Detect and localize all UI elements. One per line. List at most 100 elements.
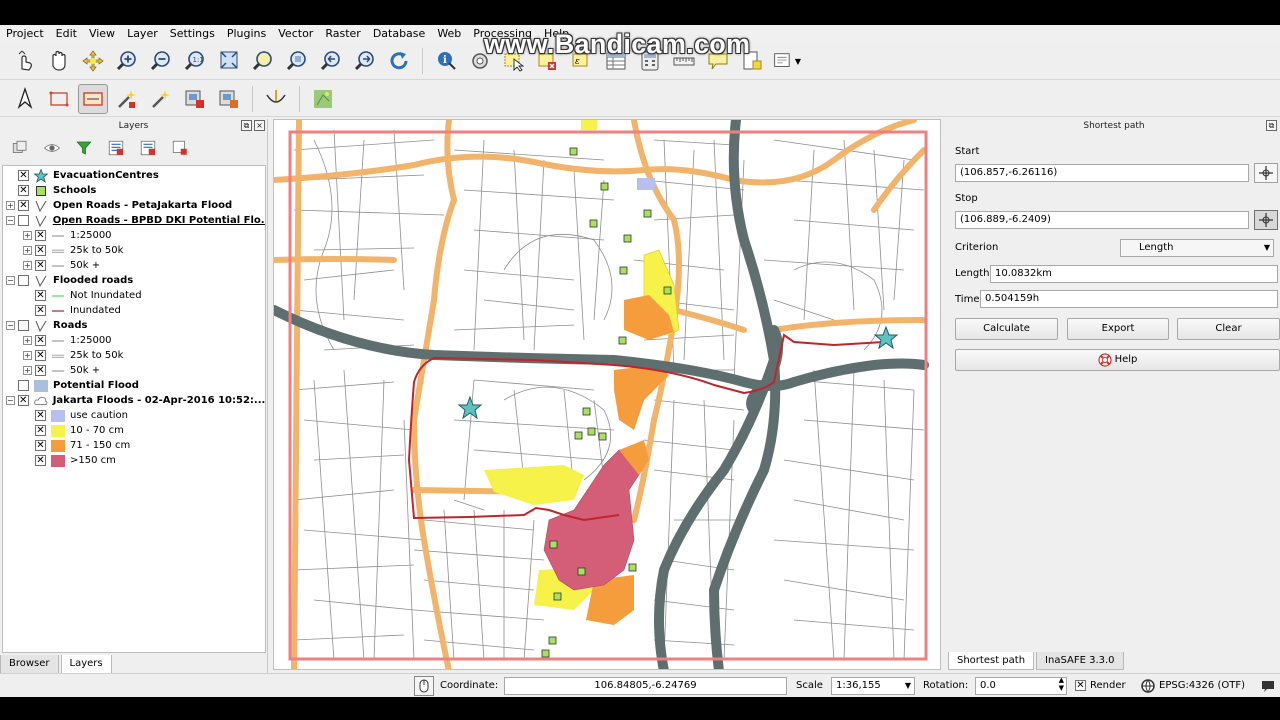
- deselect-features-icon[interactable]: [533, 46, 563, 76]
- layer-visibility-checkbox[interactable]: ✕: [35, 245, 46, 256]
- menu-database[interactable]: Database: [367, 25, 432, 43]
- time-field[interactable]: 0.504159h: [980, 290, 1278, 308]
- menu-web[interactable]: Web: [431, 25, 467, 43]
- messages-icon[interactable]: [1260, 678, 1276, 694]
- identify-features-icon[interactable]: i: [431, 46, 461, 76]
- menu-raster[interactable]: Raster: [319, 25, 366, 43]
- magic-wand-select-icon[interactable]: [146, 84, 176, 114]
- select-features-icon[interactable]: [499, 46, 529, 76]
- school-marker[interactable]: [541, 649, 550, 658]
- layer-row[interactable]: + ✕ 1:25000: [3, 333, 265, 348]
- shortest-path-tool-icon[interactable]: [78, 83, 108, 114]
- school-marker[interactable]: [582, 407, 591, 416]
- school-marker[interactable]: [628, 563, 637, 572]
- zoom-actual-size-icon[interactable]: 1:1: [180, 46, 210, 76]
- menu-view[interactable]: View: [83, 25, 121, 43]
- menu-edit[interactable]: Edit: [50, 25, 83, 43]
- calculate-button[interactable]: Calculate: [955, 318, 1058, 340]
- curve-tool-icon[interactable]: [261, 84, 291, 114]
- layer-row[interactable]: ✕ Not Inundated: [3, 288, 265, 303]
- open-layer-styling-icon[interactable]: [6, 135, 34, 161]
- layer-row[interactable]: ✕ 10 - 70 cm: [3, 423, 265, 438]
- criterion-select[interactable]: Length ▼: [1120, 239, 1274, 257]
- vertex-tool-icon[interactable]: [10, 84, 40, 114]
- school-marker[interactable]: [577, 567, 586, 576]
- school-marker[interactable]: [643, 209, 652, 218]
- zoom-next-icon[interactable]: [350, 46, 380, 76]
- map-svg[interactable]: [274, 120, 941, 670]
- measure-line-icon[interactable]: [669, 46, 699, 76]
- menu-project[interactable]: Project: [0, 25, 50, 43]
- menu-vector[interactable]: Vector: [272, 25, 319, 43]
- layer-visibility-checkbox[interactable]: ✕: [18, 170, 29, 181]
- layer-visibility-checkbox[interactable]: [18, 380, 29, 391]
- layer-row[interactable]: + ✕ Open Roads - PetaJakarta Flood: [3, 198, 265, 213]
- school-marker[interactable]: [623, 234, 632, 243]
- school-marker[interactable]: [598, 432, 607, 441]
- tab-inasafe[interactable]: InaSAFE 3.3.0: [1036, 652, 1124, 670]
- clear-button[interactable]: Clear: [1177, 318, 1280, 340]
- coordinate-field[interactable]: 106.84805,-6.24769: [504, 677, 787, 695]
- layer-visibility-checkbox[interactable]: ✕: [35, 350, 46, 361]
- layer-row[interactable]: + ✕ 1:25000: [3, 228, 265, 243]
- layer-row[interactable]: + ✕ 50k +: [3, 258, 265, 273]
- collapse-icon[interactable]: −: [6, 321, 15, 330]
- collapse-icon[interactable]: −: [6, 276, 15, 285]
- menu-processing[interactable]: Processing: [467, 25, 538, 43]
- filter-legend-icon[interactable]: [70, 135, 98, 161]
- layer-row[interactable]: ✕ 71 - 150 cm: [3, 438, 265, 453]
- expand-icon[interactable]: +: [23, 261, 32, 270]
- school-marker[interactable]: [587, 427, 596, 436]
- pick-stop-button[interactable]: [1254, 210, 1278, 230]
- export-button[interactable]: Export: [1067, 318, 1169, 340]
- layer-visibility-checkbox[interactable]: [17, 215, 29, 226]
- field-calculator-icon[interactable]: [635, 46, 665, 76]
- layer-row[interactable]: + ✕ 50k +: [3, 363, 265, 378]
- zoom-last-icon[interactable]: [316, 46, 346, 76]
- school-marker[interactable]: [589, 219, 598, 228]
- layer-export-icon[interactable]: [180, 84, 210, 114]
- remove-layer-icon[interactable]: [166, 135, 194, 161]
- pan-to-selection-icon[interactable]: [78, 46, 108, 76]
- layer-add-icon[interactable]: [214, 84, 244, 114]
- school-marker[interactable]: [600, 182, 609, 191]
- zoom-in-icon[interactable]: [112, 46, 142, 76]
- scale-select[interactable]: 1:36,155 ▼: [831, 677, 915, 695]
- layer-visibility-checkbox[interactable]: ✕: [35, 305, 46, 316]
- select-by-expression-icon[interactable]: ε: [567, 46, 597, 76]
- new-bookmark-icon[interactable]: [737, 46, 767, 76]
- layer-visibility-checkbox[interactable]: ✕: [35, 230, 46, 241]
- pan-hand-icon[interactable]: [44, 46, 74, 76]
- layer-row[interactable]: − Open Roads - BPBD DKI Potential Flo...: [3, 213, 265, 228]
- refresh-icon[interactable]: [384, 46, 414, 76]
- map-canvas[interactable]: [273, 119, 941, 670]
- zoom-to-layer-icon[interactable]: [282, 46, 312, 76]
- tab-layers[interactable]: Layers: [60, 655, 112, 675]
- layer-visibility-checkbox[interactable]: ✕: [35, 455, 46, 466]
- layer-row[interactable]: ✕ use caution: [3, 408, 265, 423]
- school-marker[interactable]: [549, 540, 558, 549]
- zoom-full-icon[interactable]: [214, 46, 244, 76]
- zoom-out-icon[interactable]: [146, 46, 176, 76]
- layer-row[interactable]: + ✕ 25k to 50k: [3, 243, 265, 258]
- expand-all-icon[interactable]: [102, 135, 130, 161]
- attribute-table-icon[interactable]: [601, 46, 631, 76]
- layer-visibility-checkbox[interactable]: ✕: [18, 200, 29, 211]
- layer-row[interactable]: Potential Flood: [3, 378, 265, 393]
- school-marker[interactable]: [553, 592, 562, 601]
- menu-help[interactable]: Help: [538, 25, 575, 43]
- menu-layer[interactable]: Layer: [121, 25, 164, 43]
- text-annotation-icon[interactable]: ▼: [771, 46, 801, 76]
- collapse-icon[interactable]: −: [6, 396, 15, 405]
- school-marker[interactable]: [574, 431, 583, 440]
- school-marker[interactable]: [548, 636, 557, 645]
- layer-visibility-checkbox[interactable]: ✕: [35, 410, 46, 421]
- expand-icon[interactable]: +: [23, 351, 32, 360]
- collapse-icon[interactable]: −: [6, 216, 15, 225]
- layer-visibility-checkbox[interactable]: ✕: [35, 425, 46, 436]
- layer-row[interactable]: − Flooded roads: [3, 273, 265, 288]
- render-checkbox[interactable]: ✕: [1075, 680, 1086, 691]
- menu-plugins[interactable]: Plugins: [221, 25, 272, 43]
- visibility-eye-icon[interactable]: [38, 135, 66, 161]
- school-marker[interactable]: [663, 286, 672, 295]
